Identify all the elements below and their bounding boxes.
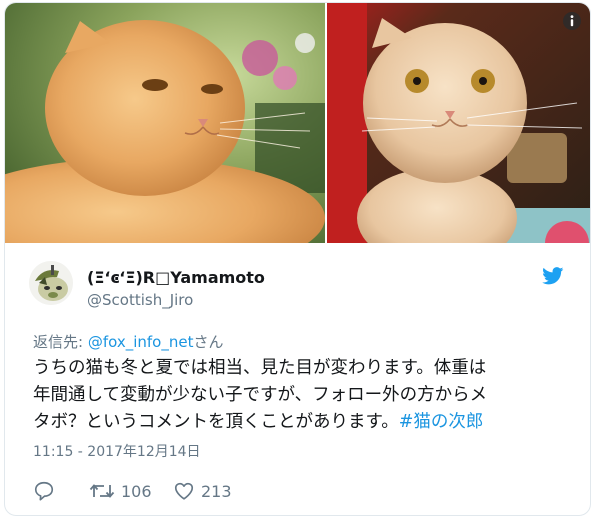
like-button[interactable]: 213 (173, 478, 232, 504)
tweet-text-line: タボ？というコメントを頂くことがあります。 (33, 412, 399, 432)
reply-suffix: さん (193, 333, 224, 351)
tweet-text-line: タボ？というコメントを頂くことがあります。#猫の次郎 (33, 409, 573, 436)
tweet-header: (ΞʻͼʻΞ)R□Yamamoto @Scottish_Jiro (5, 243, 590, 319)
retweet-icon (89, 484, 115, 498)
cat-photo-left[interactable] (5, 3, 325, 243)
reply-prefix: 返信先: (33, 333, 84, 351)
tweet-text: うちの猫も冬と夏では相当、見た目が変わります。体重は 年間通して変動が少ない子で… (33, 355, 573, 436)
avatar[interactable] (29, 261, 73, 305)
like-count: 213 (201, 481, 232, 501)
reply-icon (34, 481, 54, 501)
hashtag-link[interactable]: #猫の次郎 (399, 412, 484, 432)
retweet-button[interactable]: 106 (89, 478, 152, 504)
cat-photo-right[interactable] (327, 3, 590, 243)
tweet-card: (ΞʻͼʻΞ)R□Yamamoto @Scottish_Jiro 返信先: @f… (4, 2, 591, 516)
tweet-text-line: うちの猫も冬と夏では相当、見た目が変わります。体重は (33, 358, 487, 378)
photo-grid (5, 3, 590, 243)
reply-button[interactable] (33, 478, 55, 504)
reply-to-link[interactable]: @fox_info_net (88, 333, 194, 351)
heart-icon (174, 482, 194, 500)
author-name[interactable]: (ΞʻͼʻΞ)R□Yamamoto (87, 268, 265, 287)
reply-context: 返信先: @fox_info_netさん (33, 331, 223, 352)
tweet-actions: 106 213 (33, 478, 333, 504)
retweet-count: 106 (121, 481, 152, 501)
info-icon[interactable] (562, 11, 582, 31)
tweet-timestamp[interactable]: 11:15 - 2017年12月14日 (33, 441, 201, 461)
author-handle[interactable]: @Scottish_Jiro (87, 291, 193, 309)
tweet-text-line: 年間通して変動が少ない子ですが、フォロー外の方からメ (33, 385, 488, 405)
twitter-bird-icon[interactable] (542, 267, 564, 285)
